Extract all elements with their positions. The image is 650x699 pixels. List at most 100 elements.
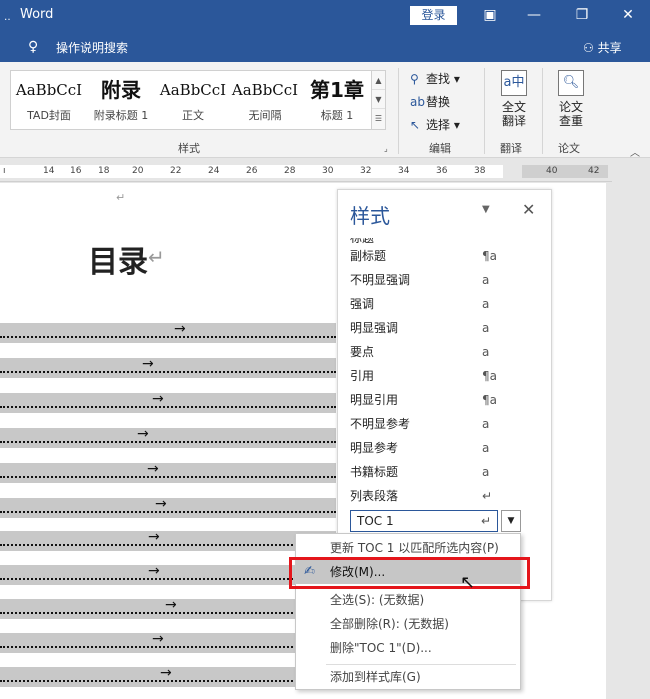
style-item[interactable]: 明显强调 a [350, 316, 510, 340]
toc-line[interactable]: → [0, 563, 336, 585]
menu-item-delete-style[interactable]: 删除"TOC 1"(D)... [296, 636, 520, 660]
style-type-mark: ↵ [480, 514, 491, 528]
close-icon[interactable]: ✕ [522, 200, 535, 219]
dot-leader [0, 544, 336, 546]
style-preview: AaBbCcI [231, 81, 299, 99]
translate-button[interactable]: a中 全文 翻译 [494, 70, 534, 128]
style-item[interactable]: 要点 a [350, 340, 510, 364]
ribbon-separator [542, 68, 543, 154]
tab-arrow: → [160, 665, 172, 681]
selected-style-label: TOC 1 [357, 514, 394, 528]
style-item[interactable]: 不明显强调 a [350, 268, 510, 292]
ribbon-separator [398, 68, 399, 154]
style-type-mark: ↵ [482, 489, 493, 503]
style-preview: AaBbCcI [15, 81, 83, 99]
style-item[interactable]: 不明显参考 a [350, 412, 510, 436]
toc-heading[interactable]: 目录 [88, 237, 148, 281]
paper-check-button[interactable]: 🔍︎ 论文 查重 [551, 70, 591, 128]
style-type-mark: a [482, 465, 490, 479]
style-item[interactable]: 副标题 ¶a [350, 244, 510, 268]
find-button[interactable]: ⚲ 查找 ▾ [410, 70, 460, 87]
style-item[interactable]: 引用 ¶a [350, 364, 510, 388]
style-gallery: AaBbCcI TAD封面 附录 附录标题 1 AaBbCcI 正文 AaBbC… [10, 70, 386, 130]
tab-arrow: → [165, 597, 177, 613]
ribbon: AaBbCcI TAD封面 附录 附录标题 1 AaBbCcI 正文 AaBbC… [0, 62, 650, 159]
style-tile-tad-cover[interactable]: AaBbCcI TAD封面 [13, 73, 85, 129]
style-item[interactable]: 强调 a [350, 292, 510, 316]
edit-group-label: 编辑 [429, 142, 451, 155]
toc-line[interactable]: → [0, 529, 336, 551]
quick-access-more[interactable]: ‥ [4, 12, 12, 23]
app-title: Word [20, 7, 54, 22]
tell-me-search[interactable]: 操作说明搜索 [56, 39, 128, 56]
toc-line[interactable]: → [0, 321, 336, 343]
title-bar: ‥ Word 登录 ▣ — ❐ ✕ [0, 0, 650, 32]
selected-style-item[interactable]: TOC 1 ↵ [350, 510, 498, 532]
toc-line[interactable]: → [0, 631, 336, 653]
paragraph-mark: ↵ [116, 191, 126, 204]
style-tile-normal[interactable]: AaBbCcI 正文 [157, 73, 229, 129]
minimize-icon[interactable]: — [512, 0, 556, 32]
menu-item-add-to-gallery[interactable]: 添加到样式库(G) [296, 665, 520, 689]
style-item[interactable]: 明显引用 ¶a [350, 388, 510, 412]
paper-line1: 论文 [558, 100, 583, 114]
tab-arrow: → [142, 356, 154, 372]
toc-line[interactable]: → [0, 597, 336, 619]
style-preview: 第1章 [310, 78, 364, 102]
share-button[interactable]: ⚇ 共享 [583, 39, 622, 56]
dot-leader [0, 371, 336, 373]
chevron-down-icon[interactable]: ▼ [482, 204, 490, 215]
toc-line[interactable]: → [0, 665, 336, 687]
style-item[interactable]: 列表段落 ↵ [350, 484, 510, 508]
login-button[interactable]: 登录 [410, 6, 457, 25]
toc-line[interactable]: → [0, 496, 336, 518]
style-type-mark: a [482, 417, 490, 431]
style-type-mark: a [482, 441, 490, 455]
dot-leader [0, 646, 336, 648]
chevron-down-icon: ▼ [507, 516, 515, 526]
menu-item-select-all[interactable]: 全选(S): (无数据) [296, 588, 520, 612]
menu-item-delete-all[interactable]: 全部删除(R): (无数据) [296, 612, 520, 636]
toc-line[interactable]: → [0, 461, 336, 483]
style-item[interactable]: 书籍标题 a [350, 460, 510, 484]
toc-line[interactable]: → [0, 356, 336, 378]
style-type-mark: ¶a [482, 393, 497, 407]
ruler-number: 40 [546, 166, 558, 176]
more-styles-icon[interactable]: ☰ [372, 109, 385, 128]
tell-me-bar: ♀ 操作说明搜索 ⚇ 共享 [0, 32, 650, 62]
select-button[interactable]: ↖ 选择 ▾ [410, 116, 460, 133]
dot-leader [0, 578, 336, 580]
style-dropdown-button[interactable]: ▼ [501, 510, 521, 532]
vertical-scrollbar[interactable] [606, 183, 650, 699]
ribbon-display-icon[interactable]: ▣ [468, 0, 512, 32]
style-tile-no-spacing[interactable]: AaBbCcI 无间隔 [229, 73, 301, 129]
tab-arrow: → [152, 631, 164, 647]
style-tile-heading-1[interactable]: 第1章 标题 1 [301, 73, 373, 129]
ruler-number: 16 [70, 166, 82, 176]
style-item[interactable]: 明显参考 a [350, 436, 510, 460]
style-type-mark: ¶a [482, 369, 497, 383]
styles-group-label: 样式 [178, 142, 200, 155]
style-name: 附录标题 1 [93, 109, 149, 122]
cursor-icon: ↖ [410, 118, 421, 132]
style-item-label: 书籍标题 [350, 465, 399, 479]
restore-icon[interactable]: ❐ [560, 0, 604, 32]
scroll-down-icon[interactable]: ▼ [372, 90, 385, 109]
close-icon[interactable]: ✕ [606, 0, 650, 32]
replace-button[interactable]: ab替换 [410, 93, 450, 110]
style-type-mark: a [482, 297, 490, 311]
collapse-ribbon-icon[interactable]: ︿ [630, 144, 640, 159]
ruler-number: 18 [98, 166, 110, 176]
toc-line[interactable]: → [0, 426, 336, 448]
dialog-launcher-icon[interactable]: ⌟ [384, 144, 388, 153]
ruler-number: 36 [436, 166, 448, 176]
ruler-number: 26 [246, 166, 258, 176]
style-item-label: 列表段落 [350, 489, 399, 503]
ruler-number: 22 [170, 166, 182, 176]
toc-line[interactable]: → [0, 391, 336, 413]
share-label: 共享 [597, 41, 622, 55]
style-tile-appendix[interactable]: 附录 附录标题 1 [85, 73, 157, 129]
style-name: TAD封面 [27, 109, 71, 122]
translate-group-label: 翻译 [500, 142, 522, 155]
scroll-up-icon[interactable]: ▲ [372, 71, 385, 90]
